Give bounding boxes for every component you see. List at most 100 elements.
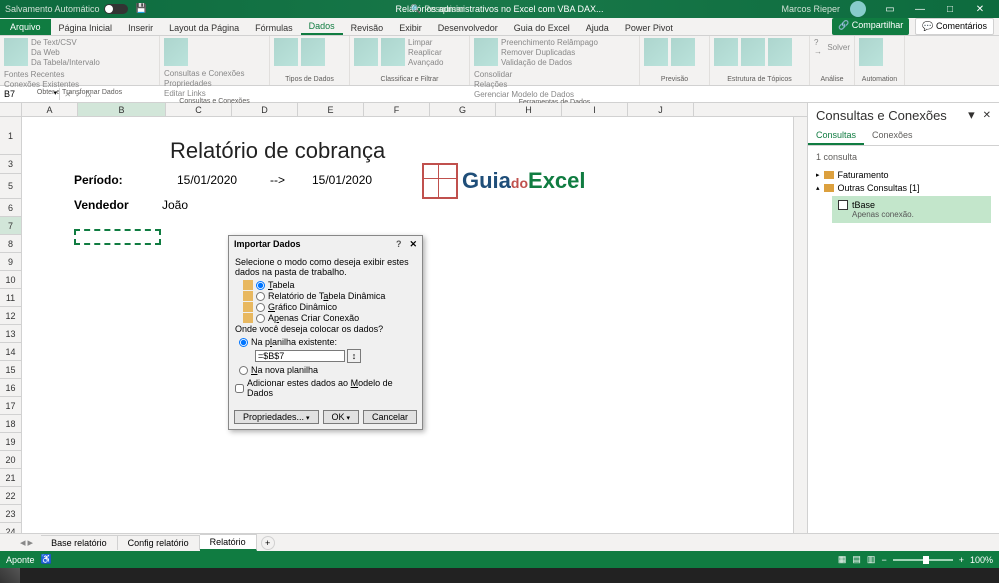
flash-fill-button[interactable]: Preenchimento Relâmpago [501,38,598,47]
radio-conn[interactable] [256,314,265,323]
properties-button[interactable]: Propriedades [164,79,245,88]
tab-insert[interactable]: Inserir [120,20,161,35]
row-header-3[interactable]: 3 [0,155,21,174]
row-header-11[interactable]: 11 [0,289,21,307]
sort-icon[interactable] [354,38,378,66]
row-header-22[interactable]: 22 [0,487,21,505]
text-csv-button[interactable]: De Text/CSV [31,38,100,47]
row-header-13[interactable]: 13 [0,325,21,343]
panel-close-icon[interactable]: ✕ [983,110,991,121]
stocks-icon[interactable] [274,38,298,66]
close-button[interactable]: ✕ [966,0,994,18]
fx-icon[interactable]: fx [85,90,91,99]
dialog-help-icon[interactable]: ? [396,239,402,250]
radio-pivot[interactable] [256,292,265,301]
query-tbase[interactable]: tBase Apenas conexão. [832,196,991,223]
col-header-j[interactable]: J [628,103,694,116]
row-header-16[interactable]: 16 [0,379,21,397]
relations-button[interactable]: Relações [474,80,574,89]
view-layout-icon[interactable]: ▤ [852,554,861,565]
text-to-col-icon[interactable] [474,38,498,66]
reapply-button[interactable]: Reaplicar [408,48,443,57]
tab-conexoes[interactable]: Conexões [864,127,921,145]
zoom-out-icon[interactable]: − [881,555,886,565]
toggle-switch[interactable] [104,4,128,14]
tab-developer[interactable]: Desenvolvedor [430,20,506,35]
comments-button[interactable]: 💬 Comentários [915,18,994,35]
enter-formula-icon[interactable]: ✓ [75,90,82,99]
table-range-button[interactable]: Da Tabela/Intervalo [31,58,100,67]
advanced-button[interactable]: Avançado [408,58,443,67]
sheet-config[interactable]: Config relatório [118,535,200,550]
row-header-1[interactable]: 1 [0,117,21,155]
ungroup-icon[interactable] [741,38,765,66]
row-header-8[interactable]: 8 [0,235,21,253]
user-avatar[interactable] [850,1,866,17]
name-box[interactable]: B7 [0,88,60,100]
radio-chart[interactable] [256,303,265,312]
row-header-24[interactable]: 24 [0,523,21,533]
row-header-6[interactable]: 6 [0,199,21,217]
ok-button[interactable]: OK [323,410,359,424]
properties-button[interactable]: Propriedades... [234,410,319,424]
refresh-icon[interactable] [164,38,188,66]
what-if-icon[interactable] [644,38,668,66]
subtotal-icon[interactable] [768,38,792,66]
col-header-b[interactable]: B [78,103,166,116]
forecast-icon[interactable] [671,38,695,66]
windows-taskbar[interactable] [0,568,999,583]
file-tab[interactable]: Arquivo [0,19,51,35]
group-icon[interactable] [714,38,738,66]
queries-conn-button[interactable]: Consultas e Conexões [164,69,245,78]
get-data-icon[interactable] [4,38,28,66]
tab-powerpivot[interactable]: Power Pivot [617,20,681,35]
row-header-23[interactable]: 23 [0,505,21,523]
minimize-button[interactable]: — [906,0,934,18]
zoom-value[interactable]: 100% [970,555,993,565]
data-model-button[interactable]: Gerenciar Modelo de Dados [474,90,574,99]
flow-icon[interactable] [859,38,883,66]
selected-cell-b7[interactable] [74,229,161,245]
prev-sheet-icon[interactable]: ◂ [20,536,26,549]
row-header-21[interactable]: 21 [0,469,21,487]
search-box[interactable]: 🔍 Pesquisar [410,4,464,15]
view-break-icon[interactable]: ▥ [867,554,876,565]
col-header-c[interactable]: C [166,103,232,116]
accessibility-icon[interactable]: ♿ [41,554,52,565]
save-icon[interactable]: 💾 [136,3,148,15]
tab-review[interactable]: Revisão [343,20,392,35]
row-header-14[interactable]: 14 [0,343,21,361]
validation-button[interactable]: Validação de Dados [501,58,598,67]
row-header-20[interactable]: 20 [0,451,21,469]
sheet-relatorio[interactable]: Relatório [200,534,257,551]
radio-existing[interactable] [239,338,248,347]
col-header-d[interactable]: D [232,103,298,116]
vertical-scrollbar[interactable] [793,117,807,533]
row-header-12[interactable]: 12 [0,307,21,325]
view-normal-icon[interactable]: ▦ [838,554,847,565]
dialog-close-icon[interactable]: ✕ [409,239,417,250]
select-all-corner[interactable] [0,103,22,116]
username[interactable]: Marcos Rieper [781,4,840,14]
next-sheet-icon[interactable]: ▸ [28,536,34,549]
add-sheet-button[interactable]: + [261,536,275,550]
tab-layout[interactable]: Layout da Página [161,20,247,35]
solver-button[interactable]: ?→ Solver [814,38,850,56]
col-header-i[interactable]: I [562,103,628,116]
radio-new[interactable] [239,366,248,375]
col-header-e[interactable]: E [298,103,364,116]
ref-input[interactable] [255,350,345,362]
tab-view[interactable]: Exibir [391,20,430,35]
filter-icon[interactable] [381,38,405,66]
folder-outras[interactable]: ▴ Outras Consultas [1] [816,183,991,193]
row-header-5[interactable]: 5 [0,174,21,199]
zoom-in-icon[interactable]: + [959,555,964,565]
folder-faturamento[interactable]: ▸ Faturamento [816,170,991,180]
autosave-toggle[interactable]: Salvamento Automático [5,4,128,14]
row-header-7[interactable]: 7 [0,217,21,235]
col-header-g[interactable]: G [430,103,496,116]
tab-home[interactable]: Página Inicial [51,20,121,35]
share-button[interactable]: 🔗 Compartilhar [832,18,909,35]
row-header-10[interactable]: 10 [0,271,21,289]
panel-dropdown-icon[interactable]: ▾ [968,107,975,123]
